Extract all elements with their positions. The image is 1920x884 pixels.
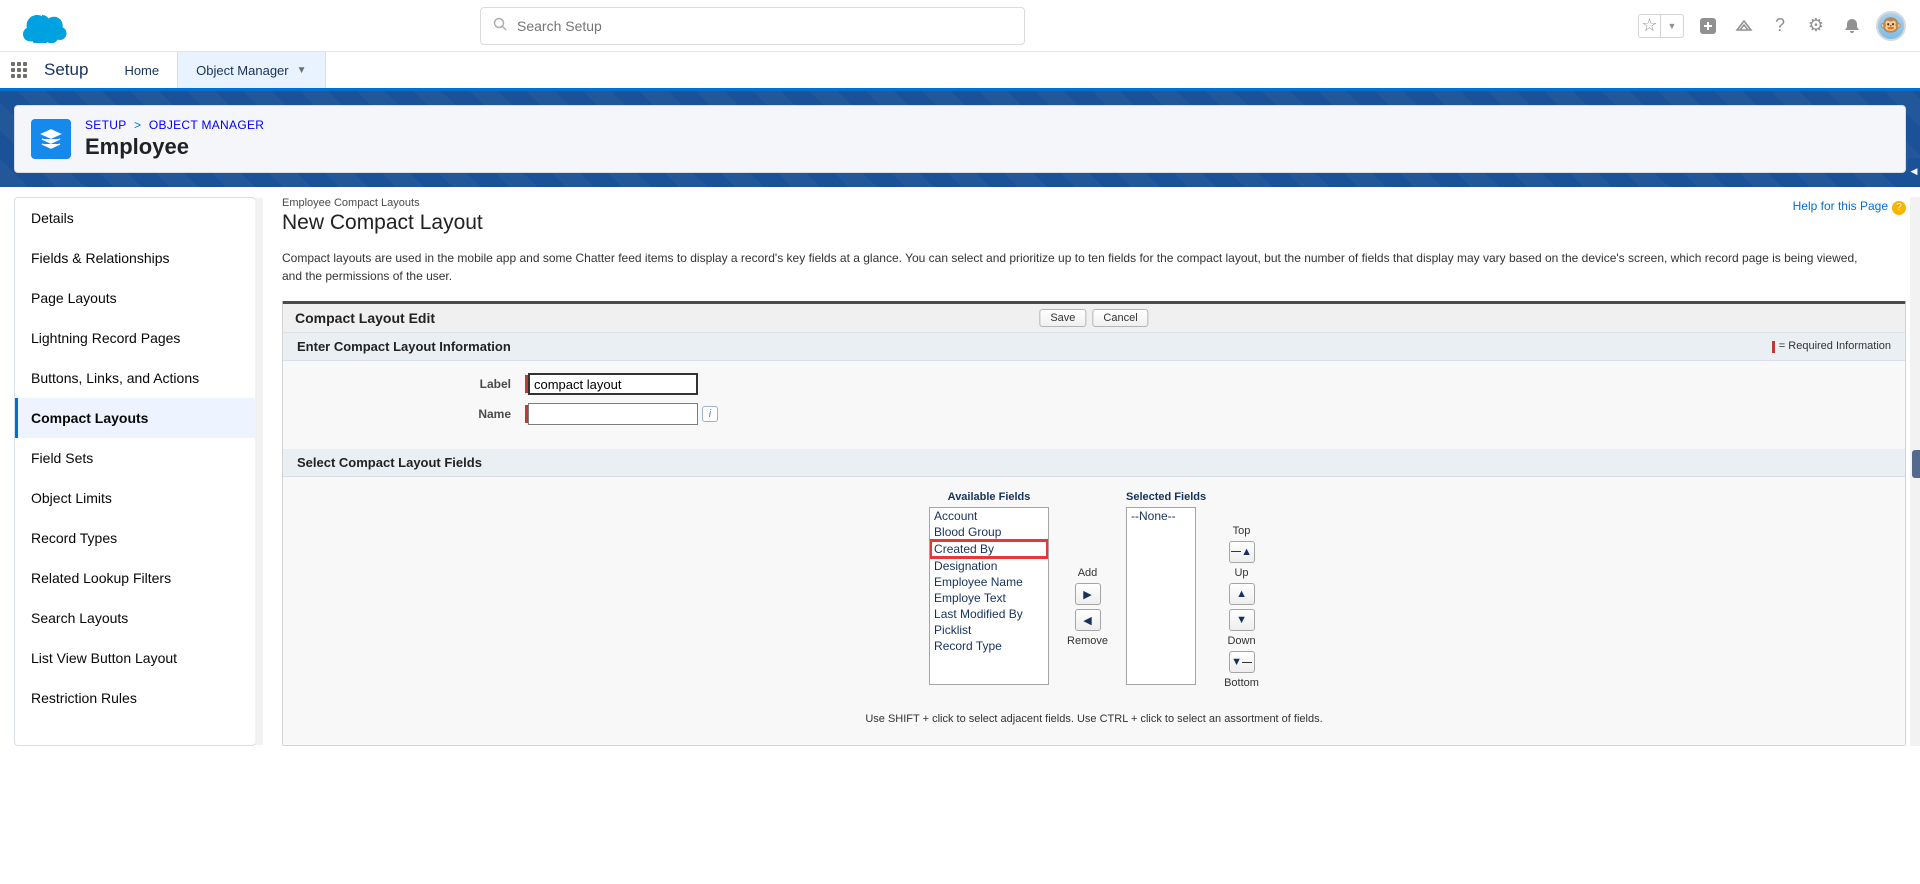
down-label: Down: [1227, 635, 1255, 647]
intro-text: Compact layouts are used in the mobile a…: [282, 249, 1906, 285]
search-icon: [493, 17, 507, 34]
content-area: DetailsFields & RelationshipsPage Layout…: [0, 187, 1920, 756]
fields-subheader: Select Compact Layout Fields: [283, 449, 1905, 477]
sidebar-item-related-lookup-filters[interactable]: Related Lookup Filters: [15, 558, 255, 598]
sidebar-item-object-limits[interactable]: Object Limits: [15, 478, 255, 518]
notifications-icon[interactable]: [1840, 14, 1864, 38]
reorder-group: Top ▲ Up ▲ ▼ Down ▼ Bottom: [1224, 491, 1259, 689]
up-button[interactable]: ▲: [1229, 583, 1255, 605]
main-panel: Help for this Page? Employee Compact Lay…: [282, 197, 1906, 746]
favorites-group: ☆ ▼: [1638, 14, 1684, 38]
bottom-label: Bottom: [1224, 677, 1259, 689]
form-area: Label Name i: [283, 361, 1905, 449]
fields-subheader-label: Select Compact Layout Fields: [297, 455, 482, 470]
available-option[interactable]: Employee Name: [930, 574, 1048, 590]
add-button[interactable]: ▶: [1075, 583, 1101, 605]
page-title: Employee: [85, 134, 264, 160]
global-header: ☆ ▼ ? ⚙ 🐵: [0, 0, 1920, 52]
sidebar-item-page-layouts[interactable]: Page Layouts: [15, 278, 255, 318]
sidebar-item-restriction-rules[interactable]: Restriction Rules: [15, 678, 255, 718]
salesforce-help-icon[interactable]: [1732, 14, 1756, 38]
available-option[interactable]: Designation: [930, 558, 1048, 574]
star-icon[interactable]: ☆: [1639, 15, 1661, 37]
selected-list[interactable]: --None--: [1126, 507, 1196, 685]
info-icon[interactable]: i: [702, 406, 718, 422]
label-input[interactable]: [528, 373, 698, 395]
sidebar-item-fields-relationships[interactable]: Fields & Relationships: [15, 238, 255, 278]
favorites-dropdown-icon[interactable]: ▼: [1661, 15, 1683, 37]
top-button[interactable]: ▲: [1229, 541, 1255, 563]
selection-hint: Use SHIFT + click to select adjacent fie…: [865, 713, 1322, 725]
add-remove-group: Add ▶ ◀ Remove: [1067, 491, 1108, 689]
available-option[interactable]: Last Modified By: [930, 606, 1048, 622]
breadcrumb-object-manager[interactable]: OBJECT MANAGER: [149, 118, 264, 132]
nav-tab-object-manager[interactable]: Object Manager ▼: [177, 52, 325, 88]
name-field-label: Name: [303, 407, 525, 421]
remove-label: Remove: [1067, 635, 1108, 647]
up-label: Up: [1234, 567, 1248, 579]
selected-option[interactable]: --None--: [1127, 508, 1195, 524]
available-option[interactable]: Account: [930, 508, 1048, 524]
help-for-page: Help for this Page?: [1793, 199, 1906, 215]
header-actions: ☆ ▼ ? ⚙ 🐵: [1638, 11, 1906, 41]
save-button[interactable]: Save: [1039, 309, 1086, 327]
available-option[interactable]: Created By: [930, 540, 1048, 558]
breadcrumb: SETUP > OBJECT MANAGER: [85, 118, 264, 132]
global-search[interactable]: [480, 7, 1025, 45]
available-title: Available Fields: [929, 491, 1049, 503]
panel-header: Compact Layout Edit Save Cancel: [283, 304, 1905, 333]
sidebar-item-search-layouts[interactable]: Search Layouts: [15, 598, 255, 638]
app-launcher-icon[interactable]: [0, 52, 38, 88]
search-input[interactable]: [517, 18, 1012, 34]
remove-button[interactable]: ◀: [1075, 609, 1101, 631]
setup-gear-icon[interactable]: ⚙: [1804, 14, 1828, 38]
page-header: SETUP > OBJECT MANAGER Employee: [14, 105, 1906, 173]
add-label: Add: [1078, 567, 1098, 579]
right-expand-tab[interactable]: ◀: [1908, 158, 1920, 184]
available-option[interactable]: Blood Group: [930, 524, 1048, 540]
breadcrumb-setup[interactable]: SETUP: [85, 118, 126, 132]
sidebar-item-details[interactable]: Details: [15, 198, 255, 238]
section-subtitle: Employee Compact Layouts: [282, 197, 1906, 209]
sidebar-item-record-types[interactable]: Record Types: [15, 518, 255, 558]
add-icon[interactable]: [1696, 14, 1720, 38]
object-icon: [31, 119, 71, 159]
chevron-down-icon: ▼: [297, 65, 307, 76]
context-band: SETUP > OBJECT MANAGER Employee: [0, 91, 1920, 187]
cancel-button[interactable]: Cancel: [1092, 309, 1148, 327]
bottom-button[interactable]: ▼: [1229, 651, 1255, 673]
right-side-tab[interactable]: [1912, 450, 1920, 478]
info-subheader-label: Enter Compact Layout Information: [297, 339, 511, 354]
available-option[interactable]: Employe Text: [930, 590, 1048, 606]
selected-title: Selected Fields: [1126, 491, 1206, 503]
available-option[interactable]: Record Type: [930, 638, 1048, 654]
app-nav: Setup Home Object Manager ▼: [0, 52, 1920, 91]
help-icon[interactable]: ?: [1768, 14, 1792, 38]
dual-listbox: Available Fields AccountBlood GroupCreat…: [283, 477, 1905, 745]
available-option[interactable]: Picklist: [930, 622, 1048, 638]
down-button[interactable]: ▼: [1229, 609, 1255, 631]
sidebar: DetailsFields & RelationshipsPage Layout…: [14, 197, 256, 746]
nav-tab-label: Object Manager: [196, 63, 289, 78]
user-avatar[interactable]: 🐵: [1876, 11, 1906, 41]
required-legend: = Required Information: [1772, 340, 1891, 352]
panel-title: Compact Layout Edit: [295, 310, 435, 326]
sidebar-item-lightning-record-pages[interactable]: Lightning Record Pages: [15, 318, 255, 358]
info-subheader: Enter Compact Layout Information = Requi…: [283, 333, 1905, 361]
section-title: New Compact Layout: [282, 211, 1906, 235]
top-label: Top: [1233, 525, 1251, 537]
sidebar-item-field-sets[interactable]: Field Sets: [15, 438, 255, 478]
edit-panel: Compact Layout Edit Save Cancel Enter Co…: [282, 301, 1906, 746]
help-qmark-icon[interactable]: ?: [1892, 201, 1906, 215]
app-name: Setup: [38, 52, 106, 88]
available-list[interactable]: AccountBlood GroupCreated ByDesignationE…: [929, 507, 1049, 685]
label-field-label: Label: [303, 377, 525, 391]
sidebar-item-list-view-button-layout[interactable]: List View Button Layout: [15, 638, 255, 678]
salesforce-logo[interactable]: [22, 9, 70, 43]
nav-tab-home[interactable]: Home: [106, 52, 177, 88]
sidebar-item-compact-layouts[interactable]: Compact Layouts: [15, 398, 255, 438]
sidebar-item-buttons-links-and-actions[interactable]: Buttons, Links, and Actions: [15, 358, 255, 398]
name-input[interactable]: [528, 403, 698, 425]
help-link[interactable]: Help for this Page: [1793, 199, 1888, 213]
